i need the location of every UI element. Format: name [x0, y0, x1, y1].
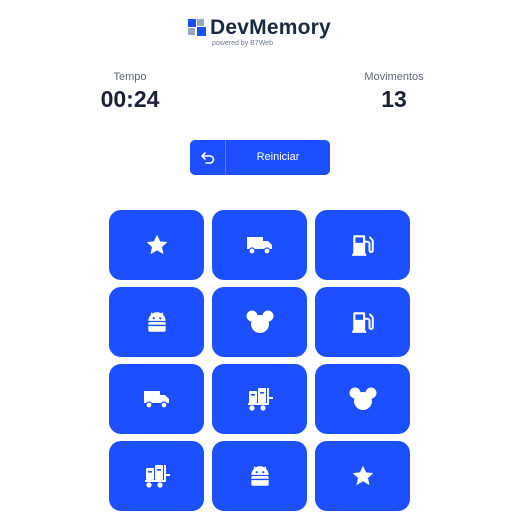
moves-label: Movimentos — [364, 71, 424, 83]
time-stat: Tempo 00:24 — [90, 71, 170, 113]
truck-icon — [143, 388, 171, 410]
game-page: DevMemory powered by B7Web Tempo 00:24 M… — [0, 0, 521, 521]
memory-card[interactable] — [212, 364, 307, 434]
gas-pump-icon — [350, 309, 376, 335]
time-value: 00:24 — [100, 86, 160, 112]
luggage-cart-icon — [246, 385, 274, 413]
memory-card[interactable] — [212, 441, 307, 511]
logo-mark-icon — [188, 19, 206, 37]
undo-icon — [190, 140, 226, 175]
android-icon — [144, 309, 170, 335]
moves-value: 13 — [381, 86, 407, 112]
gas-pump-icon — [350, 232, 376, 258]
mouse-head-icon — [349, 386, 377, 412]
restart-label: Reiniciar — [256, 151, 300, 163]
memory-card[interactable] — [315, 287, 410, 357]
truck-icon — [246, 234, 274, 256]
memory-card[interactable] — [315, 364, 410, 434]
memory-card[interactable] — [315, 210, 410, 280]
star-icon — [144, 232, 170, 258]
star-icon — [350, 463, 376, 489]
android-icon — [247, 463, 273, 489]
memory-card[interactable] — [109, 287, 204, 357]
time-label: Tempo — [113, 71, 147, 83]
memory-card[interactable] — [212, 287, 307, 357]
app-title: DevMemory — [210, 16, 331, 39]
logo: DevMemory powered by B7Web — [188, 16, 338, 50]
memory-card[interactable] — [212, 210, 307, 280]
moves-stat: Movimentos 13 — [354, 71, 434, 113]
mouse-head-icon — [246, 309, 274, 335]
memory-card[interactable] — [109, 364, 204, 434]
memory-card[interactable] — [109, 210, 204, 280]
restart-button[interactable]: Reiniciar — [190, 140, 330, 175]
app-subtitle: powered by B7Web — [212, 40, 273, 47]
card-grid — [109, 210, 410, 511]
memory-card[interactable] — [315, 441, 410, 511]
luggage-cart-icon — [143, 462, 171, 490]
memory-card[interactable] — [109, 441, 204, 511]
